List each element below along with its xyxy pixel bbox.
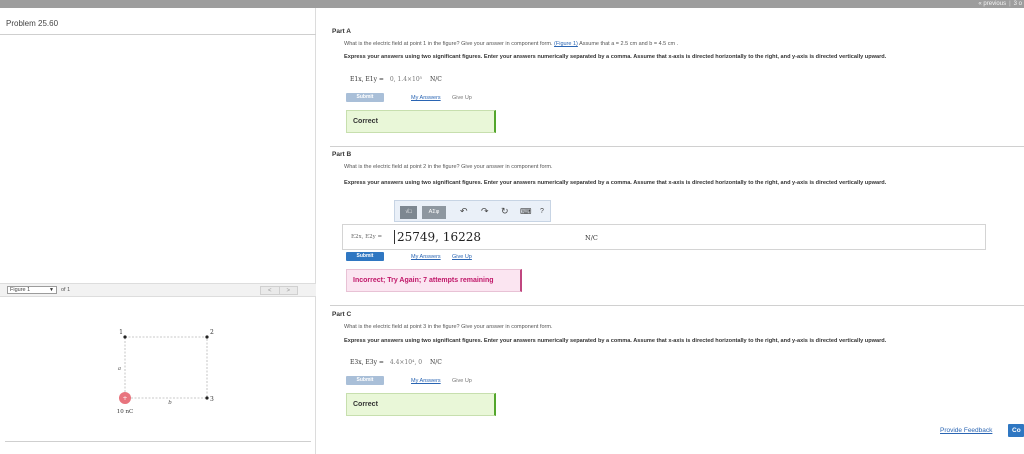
point-3-label: 3	[210, 396, 214, 403]
keyboard-icon[interactable]: ⌨	[520, 207, 532, 216]
part-b-submit-button[interactable]: Submit	[346, 252, 384, 261]
part-a-answer: E1x, E1y = 0, 1.4×10⁵ N/C	[350, 76, 442, 83]
page-indicator: 3 o	[1013, 1, 1022, 7]
part-a-give-up: Give Up	[452, 95, 472, 101]
part-a-unit: N/C	[430, 76, 442, 83]
part-a-section: Part A What is the electric field at poi…	[322, 28, 1024, 148]
part-c-answer: E3x, E3y = 4.4×10⁴, 0 N/C	[350, 359, 442, 366]
chevron-down-icon: ▼	[49, 287, 54, 293]
part-c-section: Part C What is the electric field at poi…	[322, 311, 1024, 431]
part-divider	[330, 146, 1024, 147]
part-a-assumption: Assume that a = 2.5 cm and b = 4.5 cm .	[579, 41, 679, 47]
part-c-my-answers-link[interactable]: My Answers	[411, 378, 441, 384]
template-button[interactable]: √□	[400, 206, 417, 219]
greek-symbols-button[interactable]: ΑΣφ	[422, 206, 446, 219]
dimension-a-label: a	[118, 366, 121, 372]
left-bottom-divider	[5, 441, 311, 442]
part-a-question-text: What is the electric field at point 1 in…	[344, 41, 553, 47]
point-1-label: 1	[119, 329, 123, 336]
part-c-feedback: Correct	[346, 393, 496, 416]
problem-title: Problem 25.60	[6, 19, 59, 28]
undo-icon[interactable]: ↶	[460, 207, 468, 216]
point-1-dot	[123, 335, 127, 339]
left-panel: Problem 25.60 Figure 1 ▼ of 1 < > + 1 2 …	[0, 8, 316, 454]
nav-separator: |	[1009, 1, 1011, 7]
point-3-dot	[205, 396, 209, 400]
part-b-unit: N/C	[585, 234, 598, 242]
part-a-submit-button[interactable]: Submit	[346, 93, 384, 102]
part-c-answer-label: E3x, E3y =	[350, 359, 384, 366]
part-a-instruction: Express your answers using two significa…	[344, 54, 887, 60]
figure-image: + 1 2 3 a b 10 nC	[0, 297, 316, 447]
charge-label: 10 nC	[117, 409, 134, 415]
charge-diagram: + 1 2 3 a b 10 nC	[117, 329, 214, 415]
pagination-nav: « previous | 3 o	[978, 0, 1022, 8]
continue-button[interactable]: Co	[1008, 424, 1024, 437]
part-b-feedback: Incorrect; Try Again; 7 attempts remaini…	[346, 269, 522, 292]
figure-prev-button[interactable]: <	[261, 287, 279, 294]
part-a-feedback: Correct	[346, 110, 496, 133]
part-b-my-answers-link[interactable]: My Answers	[411, 254, 441, 260]
left-divider	[0, 34, 316, 35]
part-b-question: What is the electric field at point 2 in…	[344, 164, 553, 170]
part-c-title: Part C	[332, 311, 352, 318]
part-c-instruction: Express your answers using two significa…	[344, 338, 887, 344]
part-divider	[330, 305, 1024, 306]
part-a-title: Part A	[332, 28, 351, 35]
part-c-answer-value: 4.4×10⁴, 0	[389, 359, 423, 366]
part-a-my-answers-link[interactable]: My Answers	[411, 95, 441, 101]
part-c-give-up: Give Up	[452, 378, 472, 384]
figure-count: of 1	[61, 287, 71, 293]
part-b-instruction: Express your answers using two significa…	[344, 180, 887, 186]
redo-icon[interactable]: ↷	[481, 207, 489, 216]
figure-select-value: Figure 1	[10, 287, 31, 293]
part-c-unit: N/C	[430, 359, 442, 366]
part-a-question: What is the electric field at point 1 in…	[344, 41, 678, 47]
reset-icon[interactable]: ↻	[501, 207, 509, 216]
help-icon[interactable]: ?	[540, 207, 544, 216]
charge-sign: +	[122, 395, 127, 402]
part-b-give-up-link[interactable]: Give Up	[452, 254, 472, 260]
part-c-question: What is the electric field at point 3 in…	[344, 324, 553, 330]
dimension-b-label: b	[168, 400, 172, 406]
figure-next-button[interactable]: >	[278, 287, 298, 294]
figure-link[interactable]: (Figure 1)	[554, 41, 578, 47]
part-b-answer-box: E2x, E2y = 25749, 16228 N/C	[342, 224, 986, 250]
part-b-title: Part B	[332, 151, 352, 158]
point-2-label: 2	[210, 329, 214, 336]
part-a-answer-label: E1x, E1y =	[350, 76, 384, 83]
diagram-rectangle	[124, 336, 208, 399]
figure-pager: < >	[260, 286, 298, 295]
top-nav-bar: « previous | 3 o	[0, 0, 1024, 8]
figure-select[interactable]: Figure 1 ▼	[7, 286, 57, 294]
part-b-answer-label: E2x, E2y =	[351, 234, 383, 240]
provide-feedback-link[interactable]: Provide Feedback	[940, 427, 992, 434]
previous-link[interactable]: « previous	[978, 1, 1006, 7]
figure-toolbar: Figure 1 ▼ of 1 < >	[0, 283, 316, 297]
main-content: Part A What is the electric field at poi…	[322, 8, 1024, 454]
part-c-submit-button[interactable]: Submit	[346, 376, 384, 385]
point-2-dot	[205, 335, 209, 339]
math-toolbar: √□ ΑΣφ ↶ ↷ ↻ ⌨ ?	[394, 200, 551, 222]
part-b-answer-input[interactable]: 25749, 16228	[394, 230, 481, 244]
part-a-answer-value: 0, 1.4×10⁵	[389, 76, 423, 83]
